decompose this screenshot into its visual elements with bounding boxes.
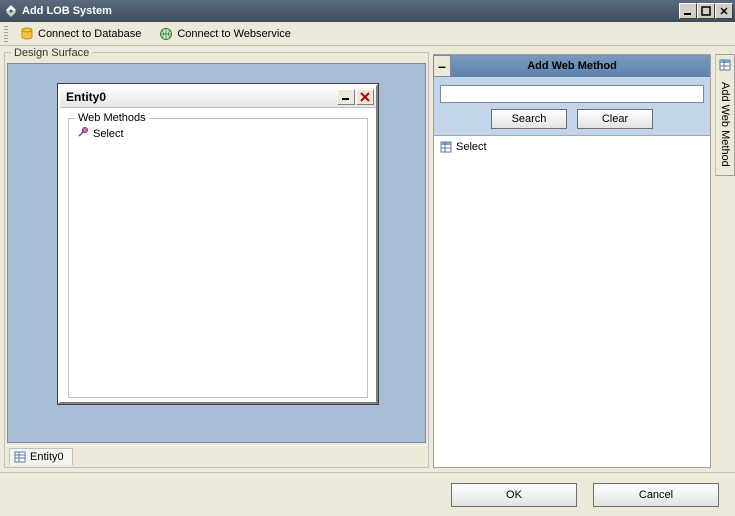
- side-tab-icon: [719, 59, 731, 74]
- close-button[interactable]: [715, 3, 733, 19]
- entity-tab-label: Entity0: [30, 451, 64, 463]
- connect-webservice-button[interactable]: Connect to Webservice: [153, 25, 297, 43]
- dialog-footer: OK Cancel: [0, 472, 735, 516]
- entity-title: Entity0: [66, 90, 336, 104]
- search-button[interactable]: Search: [491, 109, 567, 129]
- entity-tab[interactable]: Entity0: [9, 448, 73, 465]
- connect-webservice-label: Connect to Webservice: [177, 28, 291, 40]
- maximize-button[interactable]: [697, 3, 715, 19]
- cancel-button[interactable]: Cancel: [593, 483, 719, 507]
- design-canvas[interactable]: Entity0 Web Methods: [7, 63, 426, 443]
- method-pin-icon: [77, 126, 89, 141]
- side-tab[interactable]: Add Web Method: [715, 54, 735, 176]
- entity-close-button[interactable]: [356, 89, 374, 105]
- ok-button[interactable]: OK: [451, 483, 577, 507]
- side-tab-label: Add Web Method: [719, 78, 731, 171]
- panel-collapse-button[interactable]: –: [433, 55, 451, 77]
- web-method-name: Select: [93, 128, 124, 140]
- clear-button[interactable]: Clear: [577, 109, 653, 129]
- app-icon: [4, 4, 18, 18]
- minimize-button[interactable]: [679, 3, 697, 19]
- entity-minimize-button[interactable]: [337, 89, 355, 105]
- status-strip: Entity0: [5, 445, 428, 467]
- add-web-method-panel: – Add Web Method Search Clear Select: [433, 54, 711, 468]
- web-method-item[interactable]: Select: [75, 125, 361, 142]
- web-methods-group: Web Methods Select: [68, 118, 368, 398]
- panel-title: Add Web Method: [527, 60, 617, 72]
- panel-header: – Add Web Method: [434, 55, 710, 77]
- search-input[interactable]: [440, 85, 704, 103]
- toolbar-grip: [4, 26, 8, 42]
- method-list[interactable]: Select: [434, 136, 710, 467]
- window-title: Add LOB System: [22, 5, 679, 17]
- connect-database-label: Connect to Database: [38, 28, 141, 40]
- toolbar: Connect to Database Connect to Webservic…: [0, 22, 735, 46]
- list-item[interactable]: Select: [438, 140, 706, 154]
- table-icon: [440, 141, 452, 153]
- entity-window[interactable]: Entity0 Web Methods: [58, 84, 378, 404]
- design-surface-label: Design Surface: [11, 47, 92, 59]
- entity-titlebar[interactable]: Entity0: [60, 86, 376, 108]
- connect-database-button[interactable]: Connect to Database: [14, 25, 147, 43]
- list-item-label: Select: [456, 141, 487, 153]
- design-surface-group: Design Surface Entity0 Web Met: [4, 52, 429, 468]
- window-titlebar: Add LOB System: [0, 0, 735, 22]
- web-methods-label: Web Methods: [75, 112, 149, 124]
